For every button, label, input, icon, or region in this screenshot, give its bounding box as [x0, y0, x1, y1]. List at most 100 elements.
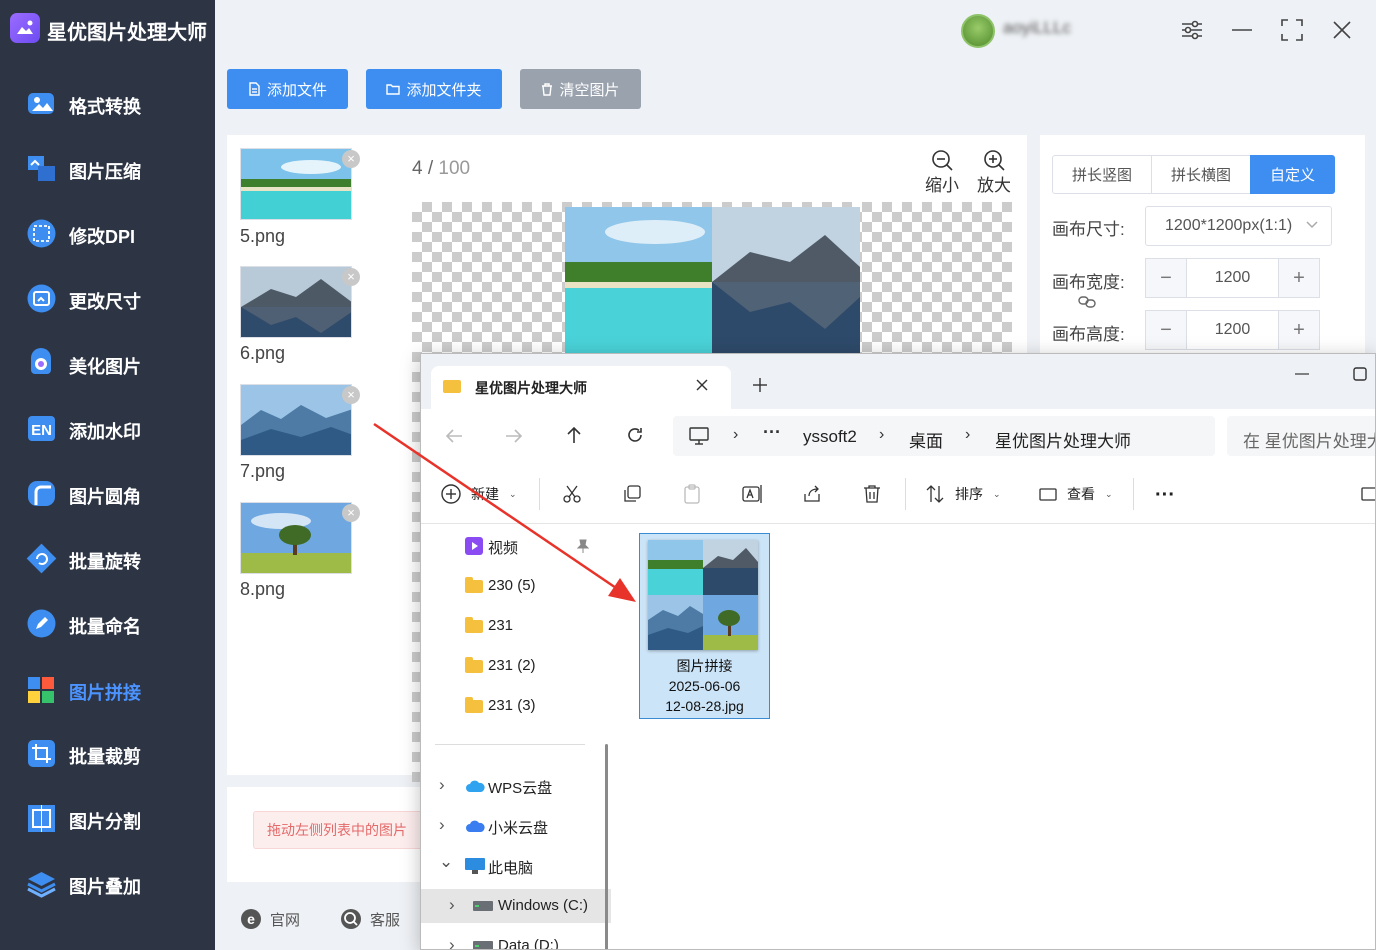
- refresh-icon[interactable]: [626, 426, 644, 444]
- sidebar-item-stitch[interactable]: 图片拼接: [0, 666, 215, 712]
- sidebar-item-layers[interactable]: 图片叠加: [0, 860, 215, 906]
- chevron-right-icon[interactable]: ›: [439, 775, 445, 795]
- tree-item[interactable]: › Windows (C:): [421, 889, 611, 923]
- share-icon[interactable]: [802, 484, 822, 504]
- chevron-right-icon[interactable]: ›: [439, 815, 445, 835]
- add-folder-button[interactable]: 添加文件夹: [366, 69, 502, 109]
- add-file-button[interactable]: 添加文件: [227, 69, 348, 109]
- tree-item[interactable]: › 小米云盘: [421, 809, 611, 843]
- more-options-icon[interactable]: ···: [1155, 484, 1175, 507]
- sidebar-item-dpi[interactable]: 修改DPI: [0, 210, 215, 256]
- tree-item[interactable]: 视频: [421, 529, 611, 563]
- breadcrumb-item[interactable]: yssoft2: [803, 427, 857, 447]
- chevron-right-icon: ›: [733, 426, 739, 443]
- more-icon[interactable]: ···: [763, 422, 781, 443]
- scrollbar[interactable]: [605, 744, 608, 949]
- remove-thumbnail-icon[interactable]: ×: [342, 268, 360, 286]
- thumbnail-6[interactable]: [240, 266, 352, 338]
- minimize-icon[interactable]: [1230, 18, 1254, 42]
- tree-item[interactable]: › Data (D:): [421, 929, 611, 949]
- cloud-icon: [465, 779, 485, 793]
- sidebar-item-beautify[interactable]: 美化图片: [0, 340, 215, 386]
- breadcrumb-item[interactable]: 星优图片处理大师: [995, 427, 1131, 452]
- username[interactable]: aoyiLLLc: [1003, 18, 1153, 42]
- sidebar-item-label: 美化图片: [69, 357, 141, 377]
- forward-arrow-icon[interactable]: [505, 428, 523, 444]
- decrement-button[interactable]: −: [1146, 311, 1186, 349]
- increment-button[interactable]: +: [1279, 311, 1319, 349]
- canvas-width-stepper[interactable]: − 1200 +: [1145, 258, 1320, 298]
- minimize-icon[interactable]: [1295, 373, 1309, 375]
- cut-icon[interactable]: [562, 484, 582, 504]
- delete-icon[interactable]: [862, 484, 882, 504]
- close-icon[interactable]: [1330, 18, 1354, 42]
- file-item-stitched-image[interactable]: 图片拼接 2025-06-06 12-08-28.jpg: [639, 533, 770, 719]
- canvas-size-select[interactable]: 1200*1200px(1:1): [1145, 206, 1332, 246]
- app-title: 星优图片处理大师: [47, 22, 207, 44]
- sidebar-item-rename[interactable]: 批量命名: [0, 600, 215, 646]
- tree-item[interactable]: 231: [421, 609, 611, 643]
- thumbnail-7[interactable]: [240, 384, 352, 456]
- remove-thumbnail-icon[interactable]: ×: [342, 150, 360, 168]
- sidebar-item-compress[interactable]: 图片压缩: [0, 145, 215, 191]
- chevron-down-icon[interactable]: ⌄: [439, 852, 453, 872]
- settings-sliders-icon[interactable]: [1180, 18, 1204, 42]
- app-logo-icon: [10, 13, 40, 43]
- mode-custom[interactable]: 自定义: [1250, 155, 1335, 194]
- maximize-icon[interactable]: [1353, 367, 1367, 381]
- back-arrow-icon[interactable]: [445, 428, 463, 444]
- new-tab-icon[interactable]: [753, 378, 767, 392]
- website-link[interactable]: e 官网: [240, 908, 300, 930]
- rename-icon: [26, 608, 57, 639]
- copy-icon[interactable]: [622, 484, 642, 504]
- increment-button[interactable]: +: [1279, 259, 1319, 297]
- chevron-right-icon[interactable]: ›: [449, 895, 455, 915]
- paste-icon[interactable]: [682, 484, 702, 504]
- folder-icon: [386, 83, 401, 95]
- pin-icon[interactable]: [577, 539, 589, 553]
- sidebar-item-resize[interactable]: 更改尺寸: [0, 275, 215, 321]
- sidebar-item-split[interactable]: 图片分割: [0, 795, 215, 841]
- explorer-tab[interactable]: 星优图片处理大师: [431, 366, 731, 409]
- sidebar-item-crop[interactable]: 批量裁剪: [0, 730, 215, 776]
- view-button[interactable]: 查看 ⌄: [1039, 484, 1113, 504]
- link-ratio-icon[interactable]: [1078, 294, 1096, 310]
- tree-item[interactable]: ⌄ 此电脑: [421, 849, 611, 883]
- details-pane-icon[interactable]: [1361, 486, 1375, 502]
- tree-item[interactable]: 230 (5): [421, 569, 611, 603]
- new-button[interactable]: 新建 ⌄: [441, 484, 517, 504]
- sidebar-item-rotate[interactable]: 批量旋转: [0, 535, 215, 581]
- chevron-right-icon[interactable]: ›: [449, 935, 455, 949]
- sidebar-item-label: 图片叠加: [69, 877, 141, 897]
- mode-vertical-stitch[interactable]: 拼长竖图: [1052, 155, 1152, 194]
- decrement-button[interactable]: −: [1146, 259, 1186, 297]
- thumbnail-5[interactable]: [240, 148, 352, 220]
- canvas-height-stepper[interactable]: − 1200 +: [1145, 310, 1320, 350]
- tree-item[interactable]: 231 (2): [421, 649, 611, 683]
- navigation-pane: 视频 230 (5) 231 231 (2) 231 (3) › WPS云盘 › 小米云盘 ⌄ 此电…: [421, 525, 611, 949]
- thumbnail-8[interactable]: [240, 502, 352, 574]
- search-input[interactable]: 在 星优图片处理大: [1227, 416, 1375, 456]
- tree-item[interactable]: › WPS云盘: [421, 769, 611, 803]
- sidebar-item-round-corner[interactable]: 图片圆角: [0, 470, 215, 516]
- user-avatar[interactable]: [961, 14, 995, 48]
- tree-item[interactable]: 231 (3): [421, 689, 611, 723]
- sort-button[interactable]: 排序 ⌄: [925, 484, 1001, 504]
- sidebar-item-watermark[interactable]: EN 添加水印: [0, 405, 215, 451]
- breadcrumb[interactable]: › ··· yssoft2 › 桌面 › 星优图片处理大师: [673, 416, 1215, 456]
- remove-thumbnail-icon[interactable]: ×: [342, 386, 360, 404]
- zoom-in-button[interactable]: 放大: [976, 149, 1012, 196]
- up-arrow-icon[interactable]: [566, 426, 582, 444]
- mode-horizontal-stitch[interactable]: 拼长横图: [1151, 155, 1251, 194]
- rename-icon[interactable]: [742, 484, 764, 504]
- sidebar-item-label: 批量旋转: [69, 552, 141, 572]
- remove-thumbnail-icon[interactable]: ×: [342, 504, 360, 522]
- sidebar-item-image-format[interactable]: 格式转换: [0, 80, 215, 126]
- zoom-out-button[interactable]: 缩小: [924, 149, 960, 196]
- clear-images-button[interactable]: 清空图片: [520, 69, 641, 109]
- breadcrumb-item[interactable]: 桌面: [909, 427, 943, 452]
- fullscreen-icon[interactable]: [1280, 18, 1304, 42]
- browser-icon: e: [240, 908, 262, 930]
- close-tab-icon[interactable]: [695, 378, 709, 392]
- customer-service-link[interactable]: 客服: [340, 908, 400, 930]
